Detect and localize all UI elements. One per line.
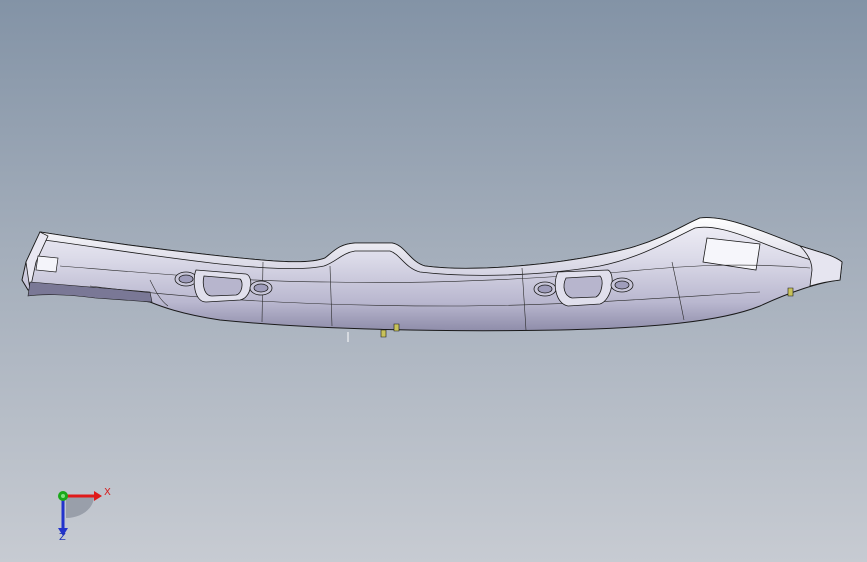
- graphics-viewport[interactable]: X Z: [0, 0, 867, 562]
- triad-graphic: [58, 491, 102, 536]
- axis-x-label: X: [104, 487, 111, 498]
- model-part[interactable]: [0, 0, 867, 562]
- axis-z-label: Z: [59, 532, 66, 543]
- part-left-end-tab: [35, 255, 59, 273]
- orientation-triad: X Z: [44, 478, 124, 548]
- part-body[interactable]: [21, 217, 843, 332]
